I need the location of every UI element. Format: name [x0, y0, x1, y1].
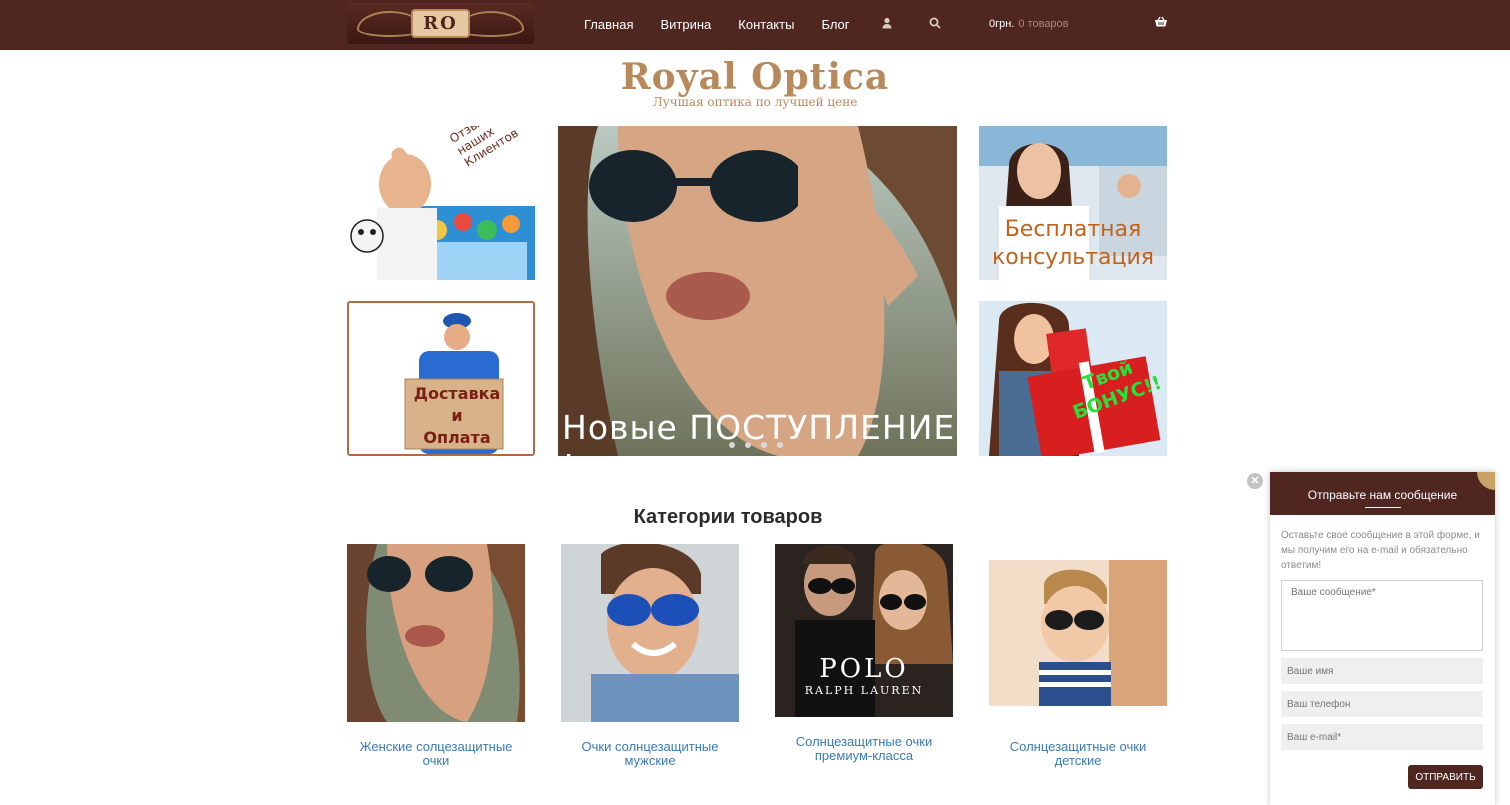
premium-brand-line2: RALPH LAUREN — [804, 684, 924, 697]
cart-sum: 0грн. — [989, 18, 1015, 30]
widget-header[interactable]: Отправьте нам сообщение — [1270, 472, 1495, 515]
email-field[interactable] — [1281, 724, 1483, 750]
category-kids-image — [989, 544, 1167, 722]
promo-consultation-line1: Бесплатная — [1004, 217, 1142, 242]
category-women[interactable]: Женские солцезащитные очки — [347, 544, 525, 768]
premium-brand-line1: POLO — [819, 654, 909, 684]
widget-close-icon[interactable]: ✕ — [1247, 473, 1263, 489]
brand-subtitle: Лучшая оптика по лучшей цене — [652, 95, 858, 109]
nav-item-showcase[interactable]: Витрина — [660, 17, 711, 32]
message-widget: Отправьте нам сообщение Оставьте свое со… — [1270, 472, 1495, 805]
brand-block: Royal Optica Лучшая оптика по лучшей цен… — [0, 55, 1510, 109]
submit-button[interactable]: ОТПРАВИТЬ — [1408, 765, 1483, 789]
nav-item-contacts[interactable]: Контакты — [738, 17, 794, 32]
premium-image-brand: POLO RALPH LAUREN — [775, 654, 953, 697]
promo-reviews[interactable]: Отзывы наших Клиентов — [347, 126, 535, 280]
slider-caption: Новые ПОСТУПЛЕНИЕ ! — [562, 408, 956, 456]
site-logo[interactable]: RO — [347, 3, 534, 44]
name-field[interactable] — [1281, 658, 1483, 684]
slider-dot-3[interactable] — [761, 442, 767, 448]
phone-field[interactable] — [1281, 691, 1483, 717]
hero-slider[interactable]: Новые ПОСТУПЛЕНИЕ ! — [558, 126, 957, 456]
cart-summary[interactable]: 0грн. 0 товаров — [989, 18, 1069, 30]
slider-dot-1[interactable] — [729, 442, 735, 448]
promo-bonus[interactable]: Твой БОНУС!! — [979, 301, 1167, 456]
brand-title[interactable]: Royal Optica — [0, 55, 1510, 99]
search-icon[interactable] — [928, 16, 942, 30]
widget-title: Отправьте нам сообщение — [1307, 488, 1458, 502]
message-field[interactable] — [1281, 580, 1483, 651]
promo-consultation[interactable]: Бесплатная консультация — [979, 126, 1167, 280]
promo-consultation-text: Бесплатная консультация — [979, 216, 1167, 272]
promo-delivery-line2: и — [451, 406, 463, 425]
slider-dot-2[interactable] — [745, 442, 751, 448]
main-nav: Главная Витрина Контакты Блог — [584, 17, 941, 32]
promo-delivery[interactable]: Доставка и Оплата — [347, 301, 535, 456]
top-navbar: RO Главная Витрина Контакты Блог 0грн. 0 … — [0, 0, 1510, 50]
promo-delivery-line1: Доставка — [413, 384, 501, 403]
category-kids[interactable]: Солнцезащитные очки детские — [989, 544, 1167, 768]
user-icon[interactable] — [880, 16, 894, 30]
category-premium-label[interactable]: Солнцезащитные очки премиум-класса — [775, 735, 953, 763]
logo-text: RO — [411, 9, 470, 38]
category-men[interactable]: Очки солнцезащитные мужские — [561, 544, 739, 768]
categories-title: Категории товаров — [633, 506, 823, 528]
category-women-image — [347, 544, 525, 722]
slider-dots — [729, 442, 783, 448]
cart-icon[interactable] — [1154, 16, 1168, 30]
nav-item-blog[interactable]: Блог — [821, 17, 849, 32]
category-kids-label[interactable]: Солнцезащитные очки детские — [989, 740, 1167, 768]
promo-consultation-line2: консультация — [991, 245, 1155, 270]
widget-intro: Оставьте свое сообщение в этой форме, и … — [1281, 530, 1480, 571]
category-women-label[interactable]: Женские солцезащитные очки — [347, 740, 525, 768]
slider-image — [558, 126, 957, 456]
promo-reviews-image — [347, 126, 535, 280]
promo-delivery-line3: Оплата — [423, 428, 491, 447]
widget-title-underline — [1365, 507, 1401, 508]
category-men-image — [561, 544, 739, 722]
cart-count: 0 товаров — [1018, 18, 1069, 30]
slider-dot-4[interactable] — [777, 442, 783, 448]
category-men-label[interactable]: Очки солнцезащитные мужские — [561, 740, 739, 768]
promo-delivery-text: Доставка и Оплата — [409, 383, 505, 449]
category-premium[interactable]: POLO RALPH LAUREN Солнцезащитные очки пр… — [775, 544, 953, 763]
nav-item-home[interactable]: Главная — [584, 17, 633, 32]
